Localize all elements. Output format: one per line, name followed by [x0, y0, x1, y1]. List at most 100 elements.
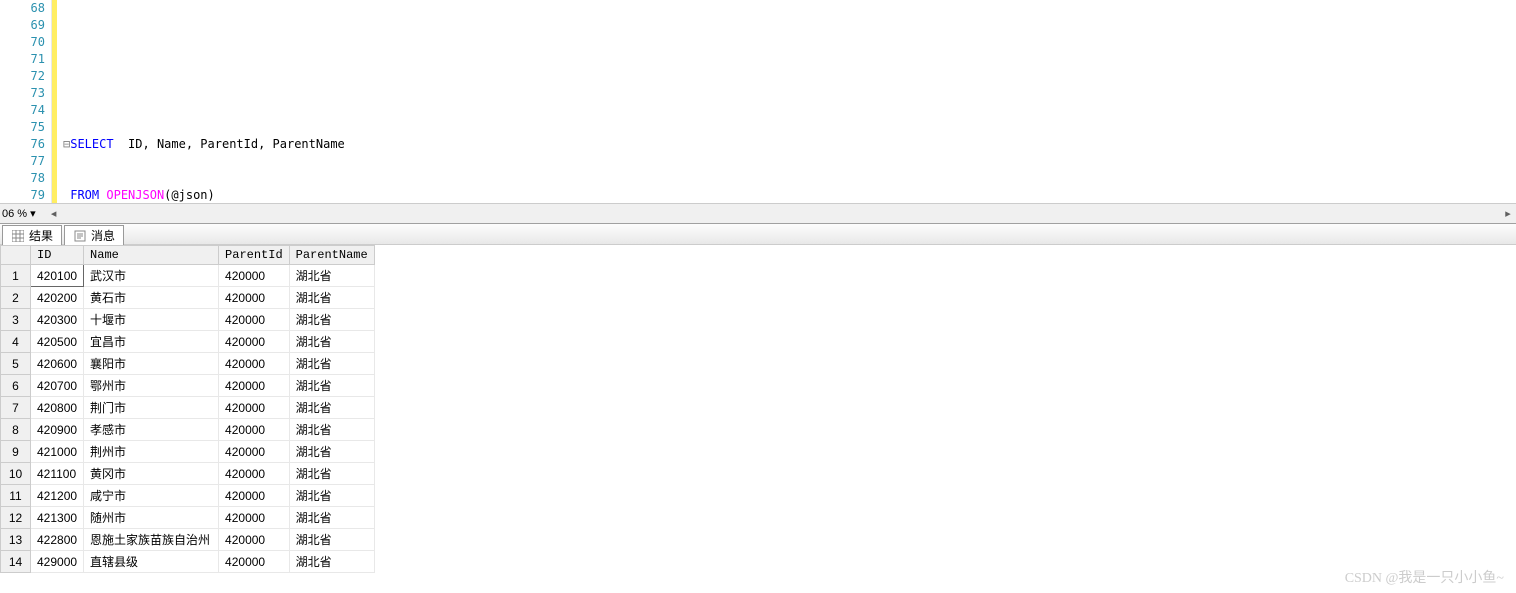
- cell[interactable]: 420000: [219, 331, 290, 353]
- zoom-level-dropdown[interactable]: 06 % ▾: [2, 207, 36, 220]
- table-row[interactable]: 7420800荆门市420000湖北省: [1, 397, 375, 419]
- cell[interactable]: 420000: [219, 441, 290, 463]
- table-row[interactable]: 9421000荆州市420000湖北省: [1, 441, 375, 463]
- cell[interactable]: 荆州市: [84, 441, 219, 463]
- tab-results[interactable]: 结果: [2, 225, 62, 245]
- cell[interactable]: 孝感市: [84, 419, 219, 441]
- cell[interactable]: 荆门市: [84, 397, 219, 419]
- cell[interactable]: 420100: [31, 265, 84, 287]
- cell[interactable]: 429000: [31, 551, 84, 573]
- cell[interactable]: 420000: [219, 265, 290, 287]
- row-number-cell[interactable]: 7: [1, 397, 31, 419]
- cell[interactable]: 咸宁市: [84, 485, 219, 507]
- cell[interactable]: 直辖县级: [84, 551, 219, 573]
- row-number-cell[interactable]: 4: [1, 331, 31, 353]
- row-number-cell[interactable]: 14: [1, 551, 31, 573]
- cell[interactable]: 420000: [219, 507, 290, 529]
- cell[interactable]: 421200: [31, 485, 84, 507]
- row-number-cell[interactable]: 1: [1, 265, 31, 287]
- cell[interactable]: 湖北省: [289, 397, 374, 419]
- cell[interactable]: 湖北省: [289, 551, 374, 573]
- cell[interactable]: 420000: [219, 375, 290, 397]
- row-number-cell[interactable]: 3: [1, 309, 31, 331]
- cell[interactable]: 湖北省: [289, 507, 374, 529]
- grid-icon: [11, 229, 25, 243]
- results-table[interactable]: ID Name ParentId ParentName 1420100武汉市42…: [0, 245, 375, 573]
- sql-editor[interactable]: 686970717273747576777879 ⊟SELECT ID, Nam…: [0, 0, 1516, 203]
- code-text-area[interactable]: ⊟SELECT ID, Name, ParentId, ParentName F…: [57, 0, 1516, 203]
- table-row[interactable]: 2420200黄石市420000湖北省: [1, 287, 375, 309]
- cell[interactable]: 湖北省: [289, 265, 374, 287]
- row-number-cell[interactable]: 13: [1, 529, 31, 551]
- cell[interactable]: 湖北省: [289, 375, 374, 397]
- table-row[interactable]: 6420700鄂州市420000湖北省: [1, 375, 375, 397]
- cell[interactable]: 湖北省: [289, 441, 374, 463]
- cell[interactable]: 湖北省: [289, 529, 374, 551]
- cell[interactable]: 420000: [219, 397, 290, 419]
- cell[interactable]: 湖北省: [289, 463, 374, 485]
- column-header-id[interactable]: ID: [31, 246, 84, 265]
- cell[interactable]: 随州市: [84, 507, 219, 529]
- table-row[interactable]: 1420100武汉市420000湖北省: [1, 265, 375, 287]
- cell[interactable]: 420000: [219, 353, 290, 375]
- cell[interactable]: 湖北省: [289, 485, 374, 507]
- cell[interactable]: 420800: [31, 397, 84, 419]
- cell[interactable]: 420000: [219, 551, 290, 573]
- tab-messages[interactable]: 消息: [64, 225, 124, 245]
- cell[interactable]: 421100: [31, 463, 84, 485]
- cell[interactable]: 422800: [31, 529, 84, 551]
- scroll-left-icon[interactable]: ◂: [46, 206, 62, 222]
- cell[interactable]: 421300: [31, 507, 84, 529]
- cell[interactable]: 420000: [219, 287, 290, 309]
- cell[interactable]: 武汉市: [84, 265, 219, 287]
- row-number-cell[interactable]: 5: [1, 353, 31, 375]
- column-header-name[interactable]: Name: [84, 246, 219, 265]
- row-number-cell[interactable]: 10: [1, 463, 31, 485]
- cell[interactable]: 420500: [31, 331, 84, 353]
- cell[interactable]: 湖北省: [289, 287, 374, 309]
- cell[interactable]: 湖北省: [289, 331, 374, 353]
- table-row[interactable]: 14429000直辖县级420000湖北省: [1, 551, 375, 573]
- row-number-cell[interactable]: 6: [1, 375, 31, 397]
- cell[interactable]: 420000: [219, 529, 290, 551]
- table-row[interactable]: 8420900孝感市420000湖北省: [1, 419, 375, 441]
- cell[interactable]: 420300: [31, 309, 84, 331]
- table-row[interactable]: 5420600襄阳市420000湖北省: [1, 353, 375, 375]
- column-header-parentid[interactable]: ParentId: [219, 246, 290, 265]
- table-row[interactable]: 13422800恩施土家族苗族自治州420000湖北省: [1, 529, 375, 551]
- column-header-parentname[interactable]: ParentName: [289, 246, 374, 265]
- table-row[interactable]: 3420300十堰市420000湖北省: [1, 309, 375, 331]
- cell[interactable]: 宜昌市: [84, 331, 219, 353]
- cell[interactable]: 黄石市: [84, 287, 219, 309]
- cell[interactable]: 十堰市: [84, 309, 219, 331]
- row-number-cell[interactable]: 2: [1, 287, 31, 309]
- row-number-cell[interactable]: 9: [1, 441, 31, 463]
- cell[interactable]: 420700: [31, 375, 84, 397]
- table-row[interactable]: 4420500宜昌市420000湖北省: [1, 331, 375, 353]
- cell[interactable]: 420000: [219, 485, 290, 507]
- table-row[interactable]: 12421300随州市420000湖北省: [1, 507, 375, 529]
- cell[interactable]: 420200: [31, 287, 84, 309]
- cell[interactable]: 湖北省: [289, 353, 374, 375]
- cell[interactable]: 湖北省: [289, 309, 374, 331]
- cell[interactable]: 420000: [219, 309, 290, 331]
- cell[interactable]: 420000: [219, 463, 290, 485]
- row-number-cell[interactable]: 8: [1, 419, 31, 441]
- cell[interactable]: 420600: [31, 353, 84, 375]
- scroll-right-icon[interactable]: ▸: [1500, 206, 1516, 222]
- cell[interactable]: 黄冈市: [84, 463, 219, 485]
- table-row[interactable]: 10421100黄冈市420000湖北省: [1, 463, 375, 485]
- row-number-cell[interactable]: 12: [1, 507, 31, 529]
- cell[interactable]: 420900: [31, 419, 84, 441]
- cell[interactable]: 鄂州市: [84, 375, 219, 397]
- horizontal-scrollbar[interactable]: ◂ ▸: [46, 206, 1516, 222]
- table-row[interactable]: 11421200咸宁市420000湖北省: [1, 485, 375, 507]
- cell[interactable]: 湖北省: [289, 419, 374, 441]
- cell[interactable]: 恩施土家族苗族自治州: [84, 529, 219, 551]
- cell[interactable]: 襄阳市: [84, 353, 219, 375]
- corner-cell[interactable]: [1, 246, 31, 265]
- row-number-cell[interactable]: 11: [1, 485, 31, 507]
- cell[interactable]: 421000: [31, 441, 84, 463]
- results-grid[interactable]: ID Name ParentId ParentName 1420100武汉市42…: [0, 245, 1516, 573]
- cell[interactable]: 420000: [219, 419, 290, 441]
